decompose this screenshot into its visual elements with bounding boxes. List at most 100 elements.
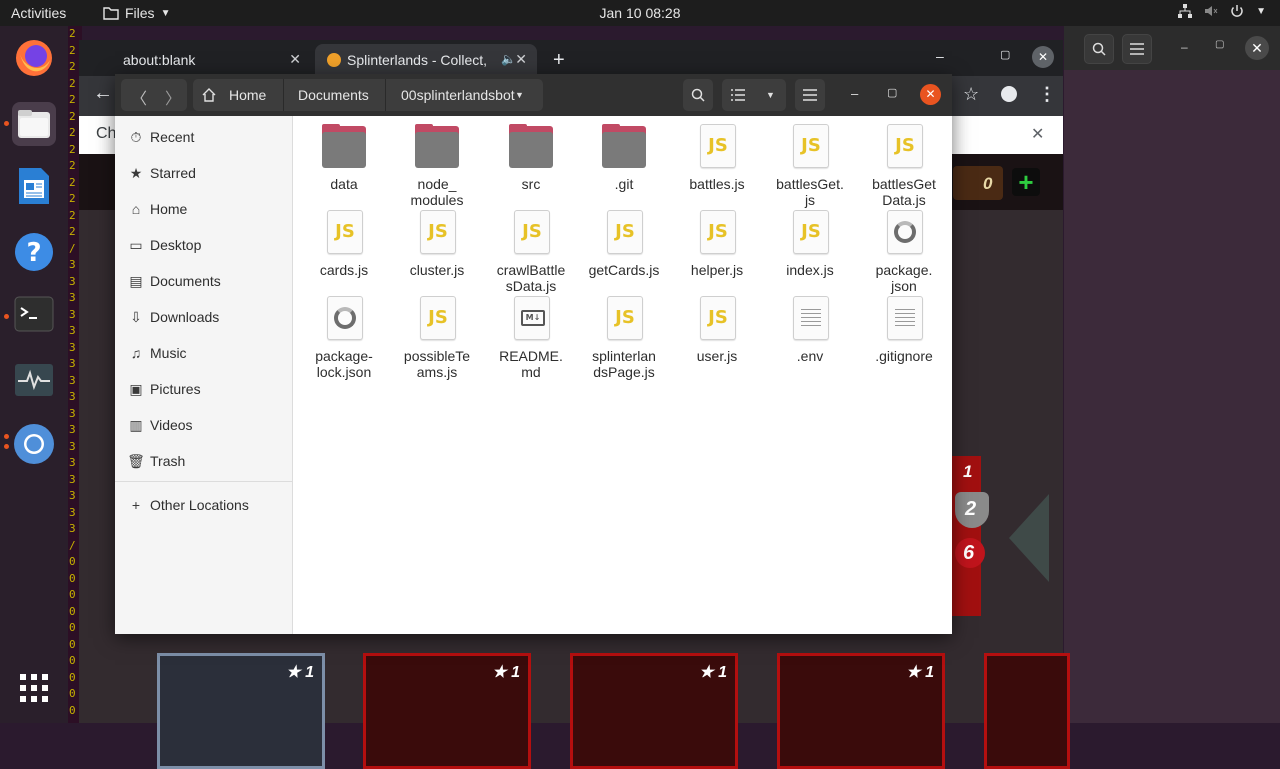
game-card[interactable]: ★ 1	[570, 653, 738, 769]
file-item[interactable]: node_ modules	[394, 124, 480, 208]
minimize-icon[interactable]: –	[1181, 40, 1188, 54]
file-item[interactable]: src	[488, 124, 574, 192]
file-item[interactable]: data	[301, 124, 387, 192]
sidebar-item-label: Recent	[150, 129, 195, 145]
close-button[interactable]: ✕	[1245, 36, 1269, 60]
menu-button[interactable]	[1122, 34, 1152, 64]
game-card[interactable]: ★ 1	[157, 653, 325, 769]
file-item[interactable]: JS index.js	[767, 210, 853, 278]
javascript-file-icon: JS	[602, 210, 646, 254]
view-toggle[interactable]: ▼	[722, 79, 786, 111]
writer-launcher[interactable]	[12, 164, 56, 208]
file-item[interactable]: JS cluster.js	[394, 210, 480, 278]
show-apps-button[interactable]	[12, 666, 56, 710]
forward-icon[interactable]: 〉	[165, 85, 181, 109]
clock[interactable]: Jan 10 08:28	[600, 5, 681, 21]
file-item[interactable]: package. json	[861, 210, 947, 294]
file-item[interactable]: JS battlesGet Data.js	[861, 124, 947, 208]
running-indicator	[4, 444, 9, 449]
sidebar-item-trash[interactable]: 🗑 Trash	[115, 444, 292, 478]
close-tab-icon[interactable]: ✕	[289, 51, 301, 68]
desktop-icon: ▭	[129, 236, 143, 253]
dock: ?	[0, 26, 69, 723]
music-icon: ♫	[130, 345, 142, 361]
chromium-launcher[interactable]	[12, 422, 56, 466]
trash-icon: 🗑	[127, 452, 145, 469]
chevron-down-icon[interactable]: ▼	[766, 90, 775, 100]
sidebar-item-label: Home	[150, 201, 188, 217]
activities-button[interactable]: Activities	[11, 5, 66, 21]
sidebar-item-recent[interactable]: ⏱ Recent	[115, 120, 292, 154]
sidebar-item-pictures[interactable]: ▣ Pictures	[115, 372, 292, 406]
download-icon: ⇩	[130, 308, 142, 325]
minimize-icon[interactable]: –	[851, 86, 858, 101]
file-item[interactable]: .git	[581, 124, 667, 192]
file-item[interactable]: JS crawlBattle sData.js	[488, 210, 574, 294]
close-button[interactable]: ✕	[920, 84, 941, 105]
files-launcher[interactable]	[12, 102, 56, 146]
sidebar-item-downloads[interactable]: ⇩ Downloads	[115, 300, 292, 334]
card-stat: 2	[965, 498, 977, 520]
more-options-icon[interactable]: ⋮	[1038, 84, 1056, 105]
file-item[interactable]: .env	[767, 296, 853, 364]
system-monitor-launcher[interactable]	[12, 358, 56, 402]
card-level: ★ 1	[492, 664, 520, 681]
firefox-launcher[interactable]	[12, 36, 56, 80]
sidebar-item-home[interactable]: ⌂ Home	[115, 192, 292, 226]
file-item[interactable]: JS splinterlan dsPage.js	[581, 296, 667, 380]
file-name: .git	[614, 176, 634, 192]
background-window-controls: – ▢ ✕	[1064, 26, 1280, 723]
file-name: battlesGet Data.js	[872, 176, 936, 208]
file-item[interactable]: JS battles.js	[674, 124, 760, 192]
sidebar-item-starred[interactable]: ★ Starred	[115, 156, 292, 190]
breadcrumb-home[interactable]: Home	[229, 79, 266, 111]
sidebar-item-music[interactable]: ♫ Music	[115, 336, 292, 370]
minimize-icon[interactable]: –	[936, 48, 944, 64]
game-card[interactable]: ★ 1	[363, 653, 531, 769]
search-button[interactable]	[1084, 34, 1114, 64]
maximize-icon[interactable]: ▢	[887, 86, 897, 99]
file-item[interactable]: package- lock.json	[301, 296, 387, 380]
system-tray[interactable]: ▼	[1178, 4, 1266, 18]
menu-button[interactable]	[795, 79, 825, 111]
file-item[interactable]: JS possibleTe ams.js	[394, 296, 480, 380]
back-icon[interactable]: ←	[93, 82, 113, 105]
tab-splinterlands[interactable]: Splinterlands - Collect, 🔈 ✕	[315, 44, 537, 76]
breadcrumb-documents[interactable]: Documents	[298, 79, 369, 111]
file-item[interactable]: JS getCards.js	[581, 210, 667, 278]
tab-about-blank[interactable]: about:blank ✕	[103, 44, 311, 76]
breadcrumb-separator	[385, 79, 386, 111]
app-menu[interactable]: Files ▼	[103, 5, 170, 21]
help-launcher[interactable]: ?	[12, 230, 56, 274]
sidebar-item-videos[interactable]: ▥ Videos	[115, 408, 292, 442]
file-item[interactable]: .gitignore	[861, 296, 947, 364]
close-icon[interactable]: ✕	[1031, 124, 1044, 144]
file-item[interactable]: JS battlesGet. js	[767, 124, 853, 208]
close-button[interactable]: ✕	[1032, 46, 1054, 68]
tab-title: Splinterlands - Collect,	[347, 52, 487, 68]
add-button[interactable]: +	[1012, 168, 1040, 196]
maximize-icon[interactable]: ▢	[1215, 39, 1224, 50]
chevron-down-icon: ▼	[160, 7, 171, 19]
sidebar-item-documents[interactable]: ▤ Documents	[115, 264, 292, 298]
breadcrumb-current-folder[interactable]: 00splinterlandsbot	[401, 79, 515, 111]
new-tab-icon[interactable]: +	[553, 49, 565, 72]
maximize-icon[interactable]: ▢	[1000, 48, 1010, 61]
file-item[interactable]: JS cards.js	[301, 210, 387, 278]
file-item[interactable]: M↓ README. md	[488, 296, 574, 380]
file-item[interactable]: JS helper.js	[674, 210, 760, 278]
profile-icon[interactable]	[1001, 86, 1017, 102]
next-arrow-icon[interactable]	[1009, 494, 1049, 582]
sidebar-item-other-locations[interactable]: + Other Locations	[115, 488, 292, 522]
search-button[interactable]	[683, 79, 713, 111]
sidebar-item-desktop[interactable]: ▭ Desktop	[115, 228, 292, 262]
file-name: cluster.js	[409, 262, 465, 278]
chevron-down-icon[interactable]: ▼	[515, 90, 524, 100]
game-card[interactable]	[984, 653, 1070, 769]
game-card[interactable]: ★ 1	[777, 653, 945, 769]
bookmark-star-icon[interactable]: ☆	[963, 84, 979, 105]
file-item[interactable]: JS user.js	[674, 296, 760, 364]
terminal-launcher[interactable]	[12, 292, 56, 336]
back-icon[interactable]: 〈	[131, 85, 147, 109]
close-tab-icon[interactable]: ✕	[515, 51, 527, 68]
